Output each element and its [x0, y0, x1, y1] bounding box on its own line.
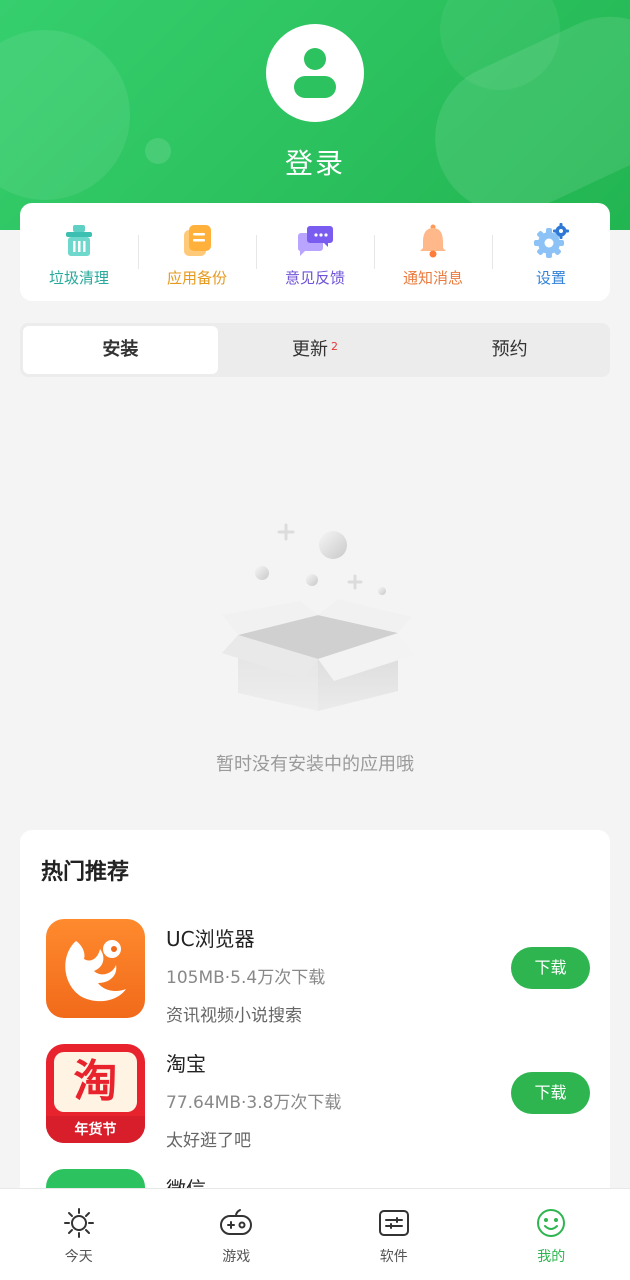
gear-icon	[531, 221, 571, 261]
bell-icon	[413, 221, 453, 261]
backup-icon	[177, 221, 217, 261]
app-meta: 105MB·5.4万次下载	[166, 968, 326, 988]
tab-label: 更新	[292, 339, 328, 360]
tab-label: 安装	[102, 339, 139, 360]
bottom-nav: 今天 游戏 软件 我的	[0, 1188, 630, 1280]
nav-software[interactable]: 软件	[315, 1189, 473, 1280]
nav-label: 游戏	[222, 1249, 251, 1265]
update-count-badge: 2	[331, 340, 338, 353]
tool-settings[interactable]: 设置	[492, 203, 610, 301]
taobao-icon-banner: 年货节	[74, 1122, 117, 1138]
app-list-item[interactable]: UC浏览器 105MB·5.4万次下载 资讯视频小说搜索 下载	[20, 919, 610, 1029]
taobao-icon: 淘 年货节	[46, 1044, 145, 1143]
uc-browser-icon	[46, 919, 145, 1018]
app-list-item[interactable]: 淘 年货节 淘宝 77.64MB·3.8万次下载 太好逛了吧 下载	[20, 1044, 610, 1154]
section-title: 热门推荐	[41, 860, 130, 885]
hot-recommend-card: 热门推荐 UC浏览器 105MB·5.4万次下载 资讯视频小说搜索 下载 淘 年…	[20, 830, 610, 1230]
tab-update[interactable]: 更新 2	[218, 326, 413, 374]
tool-label: 意见反馈	[284, 269, 345, 287]
smile-icon	[534, 1206, 568, 1240]
tab-label: 预约	[491, 339, 528, 360]
tool-backup[interactable]: 应用备份	[138, 203, 256, 301]
download-button[interactable]: 下载	[511, 947, 590, 989]
tool-trash-clean[interactable]: 垃圾清理	[20, 203, 138, 301]
nav-games[interactable]: 游戏	[158, 1189, 316, 1280]
download-tabs: 安装 更新 2 预约	[20, 323, 610, 377]
app-name: UC浏览器	[166, 927, 255, 951]
taobao-icon-char: 淘	[73, 1056, 118, 1107]
nav-label: 我的	[537, 1249, 566, 1265]
empty-state-text: 暂时没有安装中的应用哦	[216, 754, 414, 775]
software-icon	[377, 1206, 411, 1240]
empty-box-illustration	[200, 515, 430, 735]
tools-bar: 垃圾清理 应用备份 意见反馈 通知消息 设置	[20, 203, 610, 301]
app-meta: 77.64MB·3.8万次下载	[166, 1093, 342, 1113]
download-button[interactable]: 下载	[511, 1072, 590, 1114]
tab-reserve[interactable]: 预约	[412, 326, 607, 374]
gamepad-icon	[219, 1206, 253, 1240]
tool-notifications[interactable]: 通知消息	[374, 203, 492, 301]
login-link[interactable]: 登录	[0, 142, 630, 182]
user-icon-body	[294, 76, 336, 98]
profile-header: 登录	[0, 0, 630, 230]
sun-icon	[62, 1206, 96, 1240]
tool-feedback[interactable]: 意见反馈	[256, 203, 374, 301]
app-name: 淘宝	[166, 1052, 206, 1076]
tool-label: 应用备份	[166, 269, 227, 287]
app-desc: 太好逛了吧	[166, 1131, 251, 1151]
feedback-icon	[295, 221, 335, 261]
trash-clean-icon	[59, 221, 99, 261]
tool-label: 通知消息	[402, 269, 463, 287]
app-desc: 资讯视频小说搜索	[166, 1006, 302, 1026]
tool-label: 垃圾清理	[48, 269, 109, 287]
nav-mine[interactable]: 我的	[473, 1189, 630, 1280]
nav-today[interactable]: 今天	[0, 1189, 158, 1280]
nav-label: 今天	[64, 1249, 93, 1265]
nav-label: 软件	[379, 1249, 408, 1265]
avatar[interactable]	[266, 24, 364, 122]
tab-install[interactable]: 安装	[23, 326, 218, 374]
tool-label: 设置	[535, 269, 566, 287]
user-icon	[304, 48, 326, 70]
